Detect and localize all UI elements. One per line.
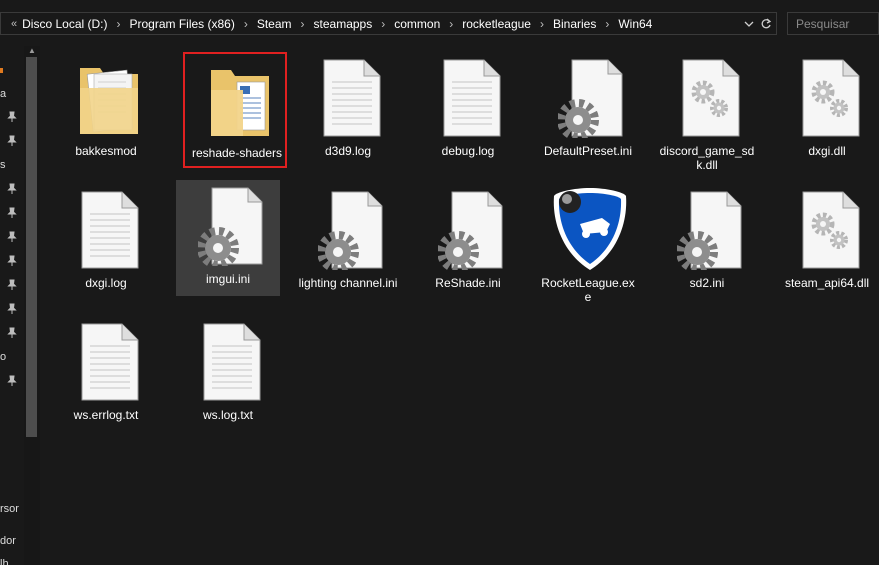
nav-item-fragment[interactable]: a: [0, 88, 6, 100]
file-name: discord_game_sdk.dll: [659, 144, 755, 172]
settings-file-icon: [198, 187, 263, 266]
file-item-debug-log[interactable]: debug.log: [416, 52, 520, 168]
rocket-league-logo-icon: [553, 188, 627, 270]
file-item-lighting-channel-ini[interactable]: lighting channel.ini: [296, 184, 400, 300]
file-name: reshade-shaders: [191, 146, 283, 160]
file-name: lighting channel.ini: [298, 276, 398, 290]
file-item-imgui-ini[interactable]: imgui.ini: [176, 180, 280, 296]
file-name: ws.log.txt: [202, 408, 253, 422]
crumb-separator-icon[interactable]: ›: [244, 17, 248, 31]
file-name: imgui.ini: [205, 272, 250, 286]
file-view: bakkesmod reshade-shaders d3d9.log debug…: [40, 46, 879, 565]
settings-file-icon: [677, 191, 742, 270]
scroll-up-arrow-icon[interactable]: ▲: [28, 46, 36, 55]
crumb-steamapps[interactable]: steamapps: [314, 17, 373, 31]
crumb-binaries[interactable]: Binaries: [553, 17, 596, 31]
settings-file-icon: [438, 191, 503, 270]
nav-item-fragment[interactable]: dor: [0, 535, 16, 547]
file-name: dxgi.dll: [808, 144, 846, 158]
file-item-ws-errlog-txt[interactable]: ws.errlog.txt: [54, 316, 158, 432]
file-item-bakkesmod[interactable]: bakkesmod: [54, 52, 158, 168]
pin-icon: [7, 207, 17, 218]
folder-icon: [211, 70, 269, 136]
search-input[interactable]: Pesquisar: [787, 12, 879, 35]
dropdown-chevron-icon[interactable]: [744, 19, 754, 29]
crumb-rocketleague[interactable]: rocketleague: [462, 17, 531, 31]
text-file-icon: [443, 59, 501, 137]
crumb-program-files[interactable]: Program Files (x86): [129, 17, 234, 31]
pin-icon: [7, 183, 17, 194]
file-item-reshade-shaders[interactable]: reshade-shaders: [183, 52, 287, 168]
quick-access-orange-dot: [0, 68, 3, 73]
pin-icon: [7, 303, 17, 314]
crumb-separator-icon[interactable]: ›: [301, 17, 305, 31]
crumb-separator-icon[interactable]: ›: [540, 17, 544, 31]
dll-file-icon: [802, 59, 860, 137]
crumb-separator-icon[interactable]: ›: [449, 17, 453, 31]
nav-item-fragment[interactable]: o: [0, 351, 6, 363]
crumb-separator-icon[interactable]: ›: [381, 17, 385, 31]
file-item-sd2-ini[interactable]: sd2.ini: [655, 184, 759, 300]
scrollbar-thumb[interactable]: [26, 57, 37, 437]
file-item-discord-game-sdk-dll[interactable]: discord_game_sdk.dll: [655, 52, 759, 172]
file-name: RocketLeague.exe: [541, 276, 635, 304]
refresh-icon[interactable]: [760, 18, 772, 30]
crumb-steam[interactable]: Steam: [257, 17, 292, 31]
pin-icon: [7, 231, 17, 242]
pin-icon: [7, 111, 17, 122]
text-file-icon: [323, 59, 381, 137]
file-name: debug.log: [441, 144, 495, 158]
pin-icon: [7, 135, 17, 146]
crumb-common[interactable]: common: [394, 17, 440, 31]
dll-file-icon: [802, 191, 860, 269]
overflow-chevron-icon[interactable]: «: [11, 18, 17, 30]
crumb-disco-local[interactable]: Disco Local (D:): [22, 17, 107, 31]
text-file-icon: [81, 323, 139, 401]
crumb-separator-icon[interactable]: ›: [605, 17, 609, 31]
file-item-steam-api64-dll[interactable]: steam_api64.dll: [775, 184, 879, 300]
text-file-icon: [81, 191, 139, 269]
file-name: sd2.ini: [689, 276, 725, 290]
crumb-separator-icon[interactable]: ›: [116, 17, 120, 31]
file-item-defaultpreset-ini[interactable]: DefaultPreset.ini: [536, 52, 640, 168]
pin-icon: [7, 375, 17, 386]
pin-icon: [7, 327, 17, 338]
file-item-dxgi-dll[interactable]: dxgi.dll: [775, 52, 879, 168]
text-file-icon: [203, 323, 261, 401]
settings-file-icon: [558, 59, 623, 138]
file-name: steam_api64.dll: [784, 276, 870, 290]
dll-file-icon: [682, 59, 740, 137]
file-name: DefaultPreset.ini: [543, 144, 633, 158]
file-name: bakkesmod: [75, 144, 137, 158]
crumb-win64[interactable]: Win64: [618, 17, 652, 31]
nav-item-fragment[interactable]: s: [0, 159, 6, 171]
nav-item-fragment[interactable]: rsor: [0, 503, 19, 515]
file-name: ReShade.ini: [435, 276, 501, 290]
file-item-d3d9-log[interactable]: d3d9.log: [296, 52, 400, 168]
file-item-ws-log-txt[interactable]: ws.log.txt: [176, 316, 280, 432]
file-name: ws.errlog.txt: [73, 408, 139, 422]
settings-file-icon: [318, 191, 383, 270]
nav-item-fragment[interactable]: lh: [0, 558, 9, 565]
address-bar-area: « Disco Local (D:) › Program Files (x86)…: [0, 0, 879, 46]
file-name: d3d9.log: [324, 144, 372, 158]
pin-icon: [7, 279, 17, 290]
file-item-rocketleague-exe[interactable]: RocketLeague.exe: [536, 184, 640, 304]
navigation-pane: a s o rsor dor lh: [0, 46, 24, 565]
pin-icon: [7, 255, 17, 266]
file-name: dxgi.log: [85, 276, 127, 290]
file-item-dxgi-log[interactable]: dxgi.log: [54, 184, 158, 300]
nav-scrollbar[interactable]: ▲: [24, 46, 40, 565]
file-item-reshade-ini[interactable]: ReShade.ini: [416, 184, 520, 300]
folder-icon: [80, 68, 138, 134]
breadcrumb[interactable]: « Disco Local (D:) › Program Files (x86)…: [0, 12, 777, 35]
